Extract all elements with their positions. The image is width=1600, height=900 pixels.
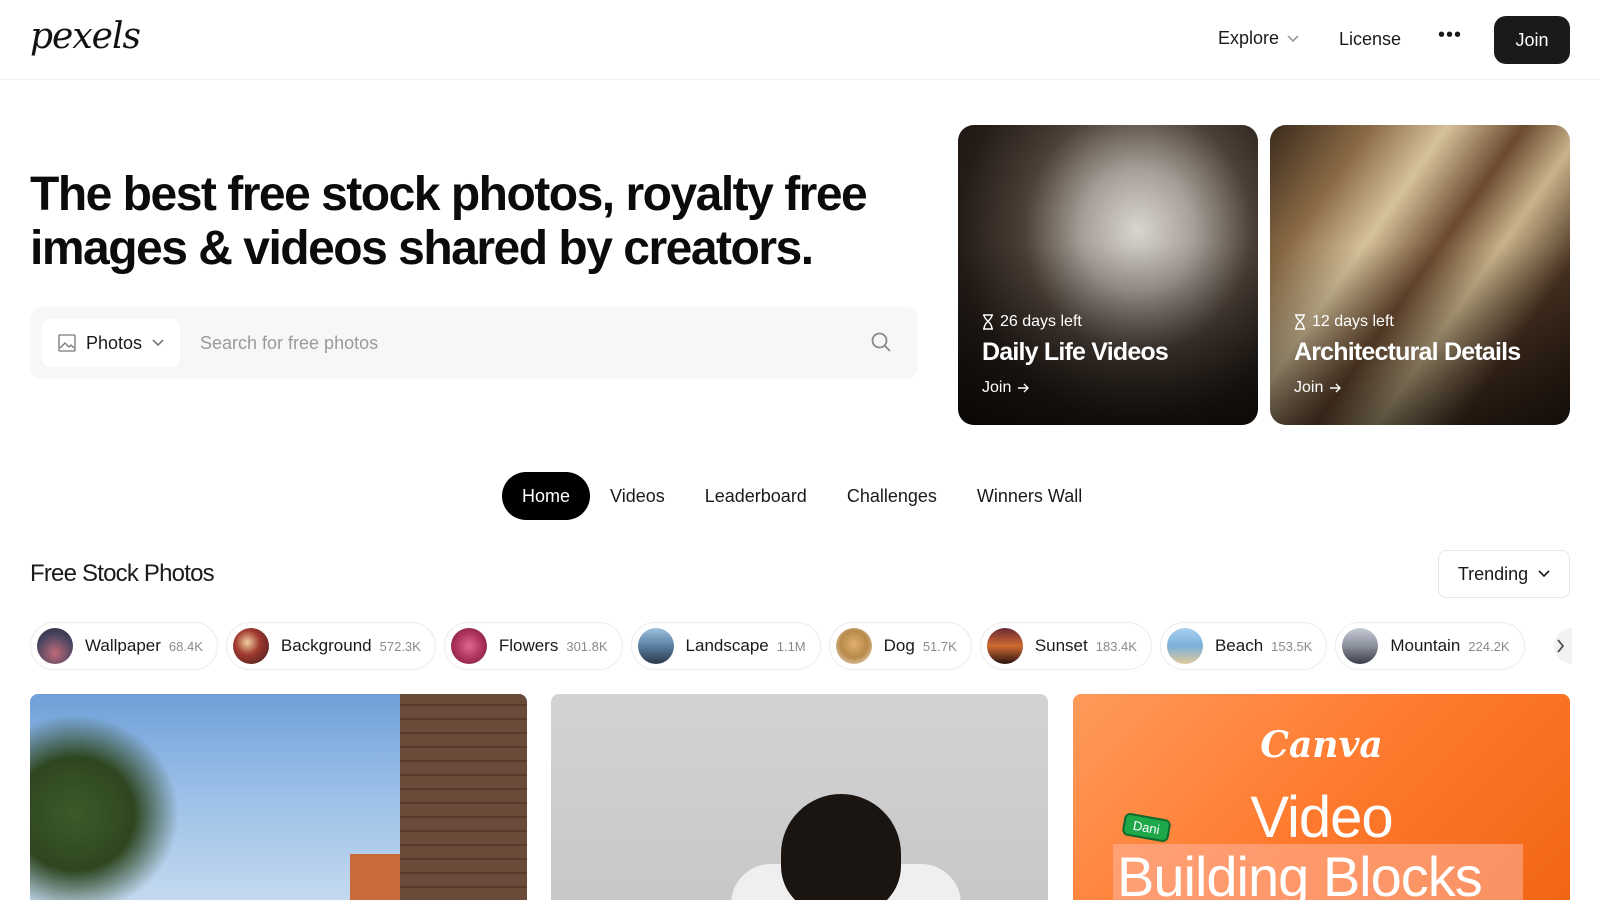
days-left-label: 26 days left — [1000, 313, 1082, 330]
chip-flowers[interactable]: Flowers 301.8K — [443, 622, 623, 670]
tab-winners-wall[interactable]: Winners Wall — [957, 472, 1102, 520]
chip-sunset[interactable]: Sunset 183.4K — [979, 622, 1152, 670]
chip-count: 183.4K — [1095, 638, 1137, 654]
license-link[interactable]: License — [1339, 29, 1401, 50]
photo-card[interactable] — [551, 694, 1048, 900]
hourglass-icon — [983, 314, 993, 330]
challenge-join-link[interactable]: Join — [982, 379, 1030, 397]
chip-count: 572.3K — [379, 638, 421, 654]
chip-count: 153.5K — [1271, 638, 1313, 654]
hero-title: The best free stock photos, royalty free… — [30, 168, 868, 275]
chip-label: Landscape — [685, 636, 769, 655]
chip-wallpaper[interactable]: Wallpaper 68.4K — [30, 622, 218, 670]
days-left-label: 12 days left — [1312, 313, 1394, 330]
challenge-join-link[interactable]: Join — [1294, 379, 1342, 397]
arrow-right-icon — [1018, 383, 1030, 393]
chip-label: Flowers — [498, 636, 559, 655]
tab-challenges[interactable]: Challenges — [827, 472, 957, 520]
chips-scroll-right[interactable] — [1548, 622, 1572, 670]
chevron-down-icon — [152, 339, 164, 347]
tab-home[interactable]: Home — [502, 472, 591, 520]
chip-thumbnail — [450, 628, 487, 664]
chip-count: 224.2K — [1468, 638, 1510, 654]
photo-rooftop — [350, 854, 400, 900]
chip-thumbnail — [1342, 628, 1379, 664]
tab-leaderboard[interactable]: Leaderboard — [685, 472, 827, 520]
days-left: 26 days left — [982, 313, 1082, 331]
chevron-down-icon — [1538, 570, 1550, 578]
ad-card[interactable]: Canva Video Building Blocks Dani — [1073, 694, 1570, 900]
photo-trees — [30, 714, 180, 900]
chip-label: Wallpaper — [85, 636, 161, 655]
search-icon[interactable] — [870, 331, 892, 353]
chip-thumbnail — [1166, 628, 1203, 664]
chip-label: Background — [280, 636, 372, 655]
hourglass-icon — [1295, 314, 1305, 330]
explore-menu[interactable]: Explore — [1218, 28, 1299, 49]
search-bar: Photos — [30, 307, 918, 379]
tab-videos[interactable]: Videos — [590, 472, 685, 520]
chip-thumbnail — [637, 628, 674, 664]
join-button[interactable]: Join — [1494, 16, 1570, 64]
arrow-right-icon — [1330, 383, 1342, 393]
challenge-card-daily-life[interactable]: 26 days left Daily Life Videos Join — [958, 125, 1258, 425]
main-tabs: Home Videos Leaderboard Challenges Winne… — [502, 472, 1102, 520]
ad-brand: Canva — [1260, 724, 1383, 766]
search-input[interactable] — [200, 323, 840, 363]
chip-label: Mountain — [1390, 636, 1461, 655]
search-type-dropdown[interactable]: Photos — [42, 319, 180, 367]
chip-count: 1.1M — [776, 638, 806, 654]
sort-dropdown[interactable]: Trending — [1438, 550, 1570, 598]
pexels-logo[interactable]: pexels — [30, 16, 141, 57]
chip-label: Beach — [1214, 636, 1264, 655]
challenge-join-label: Join — [1294, 379, 1324, 396]
ad-subheadline: Building Blocks — [1113, 844, 1523, 900]
chip-label: Dog — [883, 636, 915, 655]
top-navbar: pexels Explore License ••• Join — [0, 0, 1600, 80]
chip-count: 68.4K — [168, 638, 203, 654]
photo-building — [400, 694, 527, 900]
more-menu-icon[interactable]: ••• — [1438, 24, 1462, 47]
challenge-title: Daily Life Videos — [982, 338, 1169, 366]
chip-background[interactable]: Background 572.3K — [225, 622, 436, 670]
chip-thumbnail — [232, 628, 269, 664]
image-icon — [58, 334, 76, 352]
challenge-title: Architectural Details — [1294, 338, 1521, 366]
chip-count: 51.7K — [922, 638, 957, 654]
chip-count: 301.8K — [566, 638, 608, 654]
challenge-join-label: Join — [982, 379, 1012, 396]
photo-model-head — [781, 794, 901, 900]
days-left: 12 days left — [1294, 313, 1394, 331]
search-type-label: Photos — [86, 332, 143, 353]
category-chips: Wallpaper 68.4K Background 572.3K Flower… — [30, 622, 1572, 672]
chip-thumbnail — [37, 628, 73, 664]
chip-thumbnail — [835, 628, 872, 664]
chip-mountain[interactable]: Mountain 224.2K — [1335, 622, 1525, 670]
challenge-card-architectural[interactable]: 12 days left Architectural Details Join — [1270, 125, 1570, 425]
chip-dog[interactable]: Dog 51.7K — [828, 622, 972, 670]
section-title: Free Stock Photos — [30, 560, 215, 587]
chip-beach[interactable]: Beach 153.5K — [1159, 622, 1328, 670]
chip-thumbnail — [986, 628, 1023, 664]
chevron-right-icon — [1554, 628, 1572, 664]
explore-label: Explore — [1218, 28, 1280, 48]
photo-card[interactable] — [30, 694, 527, 900]
sort-label: Trending — [1457, 563, 1529, 584]
chevron-down-icon — [1287, 34, 1299, 42]
chip-landscape[interactable]: Landscape 1.1M — [630, 622, 821, 670]
chip-label: Sunset — [1034, 636, 1088, 655]
